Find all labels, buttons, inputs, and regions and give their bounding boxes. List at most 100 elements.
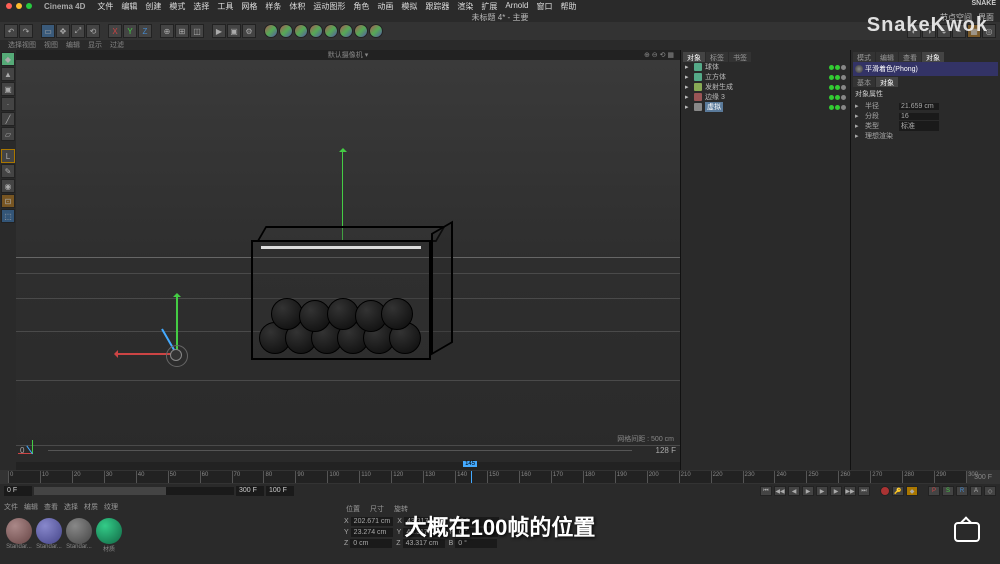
object-mode[interactable]: ▣ <box>1 82 15 96</box>
menu-file[interactable]: 文件 <box>97 1 113 12</box>
key-scale[interactable]: S <box>942 486 954 496</box>
attr-subtab-object[interactable]: 对象 <box>876 77 898 87</box>
coord-tab-pos[interactable]: 位置 <box>346 504 360 514</box>
prim-spline[interactable] <box>279 24 293 38</box>
menu-animate[interactable]: 动画 <box>377 1 393 12</box>
snap-settings[interactable]: ⊡ <box>1 194 15 208</box>
vp-display[interactable]: 显示 <box>88 40 102 50</box>
object-row[interactable]: ▸虚拟 <box>683 102 848 112</box>
menu-character[interactable]: 角色 <box>353 1 369 12</box>
3d-viewport[interactable]: 网格间距 : 500 cm 0 128 F <box>16 60 680 470</box>
menu-render[interactable]: 渲染 <box>457 1 473 12</box>
prim-generator[interactable] <box>294 24 308 38</box>
tweak-mode[interactable]: ✎ <box>1 164 15 178</box>
viewport-camera-label[interactable]: 默认摄像机 ▾ ⊕ ⊖ ⟲ ▦ <box>16 50 680 60</box>
object-row[interactable]: ▸发射生成 <box>683 82 848 92</box>
prev-frame-button[interactable]: ◀ <box>788 486 800 496</box>
attr-tab-mode[interactable]: 模式 <box>853 52 875 62</box>
coord-x-pos[interactable]: 202.671 cm <box>351 517 394 526</box>
menu-create[interactable]: 创建 <box>145 1 161 12</box>
menu-tracker[interactable]: 跟踪器 <box>425 1 449 12</box>
z-axis-toggle[interactable]: Z <box>138 24 152 38</box>
key-param[interactable]: A <box>970 486 982 496</box>
bookmark-tab[interactable]: 书签 <box>729 52 751 62</box>
menu-mode[interactable]: 模式 <box>169 1 185 12</box>
key-rot[interactable]: R <box>956 486 968 496</box>
material-swatch[interactable]: Standar... <box>36 518 62 553</box>
rotate-tool[interactable]: ⟲ <box>86 24 100 38</box>
prim-deformer[interactable] <box>309 24 323 38</box>
prim-cube[interactable] <box>264 24 278 38</box>
mat-tab-material[interactable]: 材质 <box>84 502 98 512</box>
prim-field[interactable] <box>324 24 338 38</box>
next-key-button[interactable]: ▶▶ <box>844 486 856 496</box>
menu-help[interactable]: 帮助 <box>560 1 576 12</box>
attr-tab-edit[interactable]: 编辑 <box>876 52 898 62</box>
record-button[interactable] <box>880 486 890 496</box>
object-row[interactable]: ▸球体 <box>683 62 848 72</box>
vp-edit[interactable]: 编辑 <box>66 40 80 50</box>
attr-row[interactable]: ▸半径21.659 cm <box>853 101 998 111</box>
menu-mesh[interactable]: 网格 <box>241 1 257 12</box>
next-frame-button[interactable]: ▶ <box>830 486 842 496</box>
material-swatch[interactable]: 材质 <box>96 518 122 553</box>
timeline-range-slider[interactable] <box>34 487 234 495</box>
vp-view[interactable]: 视图 <box>44 40 58 50</box>
vp-selectview[interactable]: 选择视图 <box>8 40 36 50</box>
menu-mograph[interactable]: 运动图形 <box>313 1 345 12</box>
workplane-mode[interactable]: ⬚ <box>1 209 15 223</box>
menu-window[interactable]: 窗口 <box>536 1 552 12</box>
key-pos[interactable]: P <box>928 486 940 496</box>
workplane[interactable]: ◫ <box>190 24 204 38</box>
snap-toggle[interactable]: ⊞ <box>175 24 189 38</box>
timeline-ruler[interactable]: 0102030405060708090100110120130140150160… <box>0 470 1000 484</box>
menu-arnold[interactable]: Arnold <box>505 1 528 12</box>
coord-z-pos[interactable]: 0 cm <box>350 539 392 548</box>
attr-row[interactable]: ▸分段16 <box>853 111 998 121</box>
close-dot[interactable] <box>6 3 12 9</box>
move-tool[interactable]: ✥ <box>56 24 70 38</box>
prim-scene[interactable] <box>369 24 383 38</box>
play-back-button[interactable]: ▶ <box>802 486 814 496</box>
attr-tab-view[interactable]: 查看 <box>899 52 921 62</box>
goto-start-button[interactable]: ⏮ <box>760 486 772 496</box>
coord-y-pos[interactable]: 23.274 cm <box>351 528 393 537</box>
material-swatch[interactable]: Standar... <box>66 518 92 553</box>
point-mode[interactable]: · <box>1 97 15 111</box>
object-list[interactable]: ▸球体▸立方体▸发射生成▸边缘 3▸虚拟 <box>683 62 848 112</box>
menu-extensions[interactable]: 扩展 <box>481 1 497 12</box>
select-tool[interactable]: ▭ <box>41 24 55 38</box>
attr-row[interactable]: ▸类型标准 <box>853 121 998 131</box>
x-axis-toggle[interactable]: X <box>108 24 122 38</box>
render-settings-button[interactable]: ⚙ <box>242 24 256 38</box>
menu-spline[interactable]: 样条 <box>265 1 281 12</box>
play-button[interactable]: ▶ <box>816 486 828 496</box>
menu-edit[interactable]: 编辑 <box>121 1 137 12</box>
undo-button[interactable]: ↶ <box>4 24 18 38</box>
autokey-button[interactable]: 🔑 <box>892 486 904 496</box>
poly-mode[interactable]: ▱ <box>1 127 15 141</box>
render-view-button[interactable]: ▶ <box>212 24 226 38</box>
y-axis-toggle[interactable]: Y <box>123 24 137 38</box>
object-row[interactable]: ▸边缘 3 <box>683 92 848 102</box>
menu-simulate[interactable]: 模拟 <box>401 1 417 12</box>
key-pla[interactable]: ◇ <box>984 486 996 496</box>
edge-mode[interactable]: ╱ <box>1 112 15 126</box>
frame-current-field[interactable]: 100 F <box>266 486 294 496</box>
tag-tab[interactable]: 标签 <box>706 52 728 62</box>
model-mode[interactable]: ▲ <box>1 67 15 81</box>
redo-button[interactable]: ↷ <box>19 24 33 38</box>
vp-filter[interactable]: 过滤 <box>110 40 124 50</box>
frame-start-field[interactable]: 0 F <box>4 486 32 496</box>
viewport-scrollbar[interactable] <box>16 462 680 470</box>
frame-end-field[interactable]: 300 F <box>236 486 264 496</box>
keyframe-sel-button[interactable]: ◆ <box>906 486 918 496</box>
coord-tab-size[interactable]: 尺寸 <box>370 504 384 514</box>
goto-end-button[interactable]: ⏭ <box>858 486 870 496</box>
mat-tab-select[interactable]: 选择 <box>64 502 78 512</box>
attr-tab-object[interactable]: 对象 <box>922 52 944 62</box>
menu-tools[interactable]: 工具 <box>217 1 233 12</box>
max-dot[interactable] <box>26 3 32 9</box>
mat-tab-texture[interactable]: 纹理 <box>104 502 118 512</box>
min-dot[interactable] <box>16 3 22 9</box>
